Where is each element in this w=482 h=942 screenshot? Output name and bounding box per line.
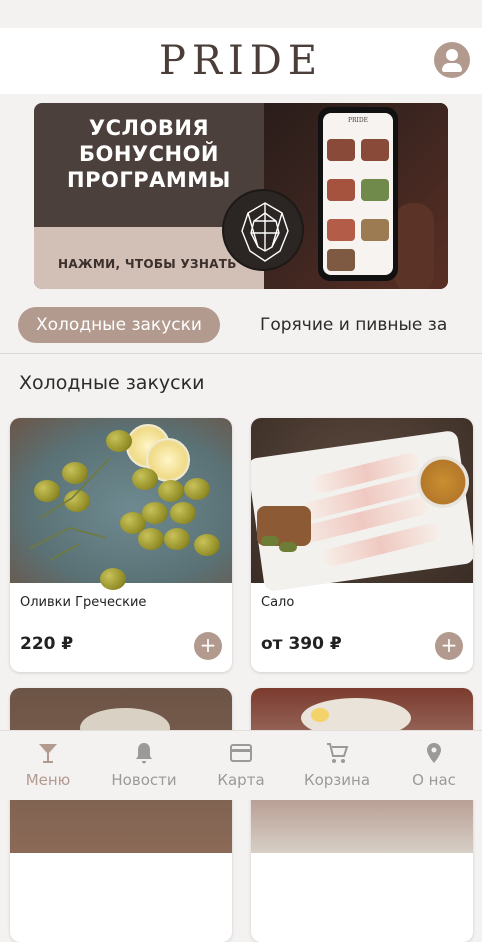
nav-label: Меню [25,771,71,789]
product-card[interactable]: Оливки Греческие 220 ₽ + [10,418,232,672]
map-pin-icon [427,743,441,763]
cocktail-icon [39,744,57,763]
user-circle-icon[interactable] [434,42,470,78]
product-price: от 390 ₽ [261,634,342,654]
bell-icon [136,743,152,764]
product-card[interactable] [251,688,473,942]
section-title: Холодные закуски [19,372,205,394]
nav-label: Карта [217,771,265,789]
banner-title: УСЛОВИЯ БОНУСНОЙ ПРОГРАММЫ [67,116,231,192]
cart-icon [327,743,349,763]
bonus-program-banner[interactable]: PRIDE УСЛОВИЯ БОНУСНОЙ ПРОГРАММЫ НАЖМИ, … [34,103,448,289]
divider [0,353,482,354]
product-image [10,418,232,590]
credit-card-icon [230,744,252,762]
nav-news[interactable]: Новости [96,731,192,801]
product-card[interactable] [10,688,232,942]
hand-image [394,203,434,289]
app-header: PRIDE [0,28,482,94]
tab-cold-appetizers[interactable]: Холодные закуски [18,307,220,343]
nav-label: Корзина [303,771,371,789]
nav-about[interactable]: О нас [386,731,482,801]
product-card[interactable]: Сало от 390 ₽ + [251,418,473,672]
phone-mockup: PRIDE [318,107,398,281]
banner-cta: НАЖМИ, ЧТОБЫ УЗНАТЬ [58,257,237,271]
nav-card[interactable]: Карта [193,731,289,801]
nav-cart[interactable]: Корзина [289,731,385,801]
product-price: 220 ₽ [20,634,74,654]
product-image [251,418,473,593]
nav-label: Новости [111,771,177,789]
add-to-cart-button[interactable]: + [435,632,463,660]
nav-label: О нас [412,771,456,789]
category-tabs: Холодные закуски Горячие и пивные за [18,307,482,343]
bottom-navigation: Меню Новости Карта Корзина О нас [0,730,482,800]
tab-hot-and-beer-appetizers[interactable]: Горячие и пивные за [242,307,465,343]
app-logo: PRIDE [158,38,324,84]
product-name: Сало [261,595,295,610]
product-name: Оливки Греческие [20,595,147,610]
status-bar [0,0,482,28]
phone-logo: PRIDE [347,117,369,124]
nav-menu[interactable]: Меню [0,731,96,801]
add-to-cart-button[interactable]: + [194,632,222,660]
